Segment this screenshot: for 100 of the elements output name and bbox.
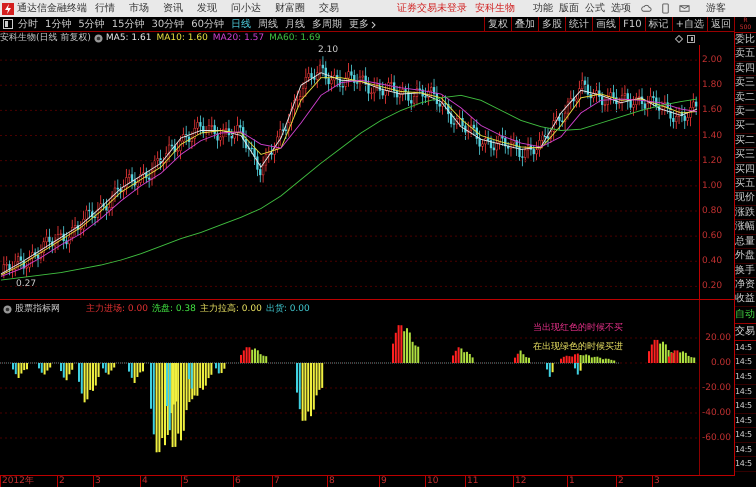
date-axis-label: 4: [140, 476, 148, 487]
indicator-value: 主力进场: 0.00: [86, 303, 148, 316]
period-tab[interactable]: 月线: [284, 17, 305, 31]
quote-label: 买五: [735, 177, 756, 192]
toolbar-button[interactable]: 返回: [707, 17, 735, 31]
toolbar-button[interactable]: 标记: [644, 17, 672, 31]
menu-item[interactable]: 财富圈: [275, 0, 305, 17]
phone-icon[interactable]: [660, 3, 671, 14]
toolbar-button[interactable]: 多股: [538, 17, 566, 31]
time-label: 14:5: [735, 457, 756, 472]
period-tab[interactable]: 分时: [18, 17, 38, 31]
price-axis-label: 1.40: [702, 130, 722, 141]
date-axis-label: 9: [379, 476, 387, 487]
menu-item[interactable]: 公式: [585, 0, 605, 17]
quote-label: 卖四: [735, 62, 756, 76]
period-tab[interactable]: 多周期: [312, 17, 342, 31]
message-icon[interactable]: [679, 3, 690, 14]
diamond-icon[interactable]: [675, 34, 683, 42]
period-tab[interactable]: 日线: [230, 17, 251, 31]
toolbar-button[interactable]: 叠加: [511, 17, 538, 31]
trade-tab[interactable]: 自动: [735, 306, 756, 324]
panel-toggle-icon[interactable]: [3, 19, 13, 29]
date-axis-label: 3: [93, 476, 101, 487]
menu-item[interactable]: 发现: [197, 0, 217, 17]
toolbar-button[interactable]: 画线: [592, 17, 620, 31]
date-axis-label: 1: [567, 476, 575, 487]
price-axis-label: 0.80: [702, 206, 722, 216]
indicator-axis-label: -40.00: [702, 408, 731, 418]
trade-tab[interactable]: 交易: [735, 324, 756, 341]
time-label: 14:5: [735, 384, 756, 400]
quote-label: 涨幅: [735, 220, 756, 235]
time-label: 14:5: [735, 414, 756, 428]
period-tab[interactable]: 更多: [348, 17, 369, 31]
user-name[interactable]: 游客: [706, 0, 726, 17]
time-label: 14:5: [735, 442, 756, 458]
ma-value: MA60: 1.69: [269, 32, 320, 45]
quote-label: 卖三: [735, 76, 756, 91]
period-tab[interactable]: 60分钟: [191, 17, 224, 31]
date-axis-label: 5: [181, 476, 189, 487]
price-axis-label: 1.60: [702, 105, 722, 116]
period-tab[interactable]: 15分钟: [112, 17, 144, 31]
indicator-title: 股票指标网: [15, 303, 60, 316]
quote-label: 委比: [735, 33, 756, 48]
high-price-label: 2.10: [318, 44, 338, 57]
menu-item[interactable]: 市场: [129, 0, 149, 17]
settings-icon[interactable]: [94, 34, 103, 43]
date-axis-label: 7: [272, 476, 280, 487]
period-tab[interactable]: 1分钟: [45, 17, 72, 31]
price-axis-label: 0.20: [702, 281, 722, 292]
toolbar-button[interactable]: F10: [619, 17, 645, 31]
quote-label: 买三: [735, 148, 756, 163]
date-axis-label: 12: [513, 476, 526, 487]
chevron-icon[interactable]: [370, 21, 376, 29]
quote-label: 收益: [735, 292, 756, 307]
period-tab[interactable]: 5分钟: [78, 17, 105, 31]
indicator-axis-label: 0.00: [710, 358, 731, 368]
settings-icon[interactable]: [3, 305, 12, 314]
menu-item[interactable]: 行情: [95, 0, 115, 17]
menu-item[interactable]: 交易: [319, 0, 339, 17]
app-logo-icon: [2, 2, 14, 14]
indicator-axis-label: -60.00: [702, 433, 731, 443]
date-axis-label: 2: [57, 476, 65, 487]
toolbar-button[interactable]: 统计: [565, 17, 592, 31]
quote-label: 换手: [735, 264, 756, 278]
quote-label: 买二: [735, 134, 756, 148]
time-label: 14:5: [735, 399, 756, 414]
annotation-text: 在出现绿色的时候买进: [533, 341, 623, 354]
period-tab[interactable]: 周线: [258, 17, 278, 31]
price-axis-label: 0.60: [702, 231, 722, 242]
quote-label: 净资: [735, 278, 756, 292]
date-axis-label: 11: [465, 476, 478, 487]
low-price-label: 0.27: [16, 278, 36, 291]
annotation-text: 当出现红色的时候不买: [533, 322, 623, 335]
quote-label: 外盘: [735, 249, 756, 264]
date-axis-label: 6: [233, 476, 241, 487]
toolbar-button[interactable]: +自选: [672, 17, 707, 31]
menu-item[interactable]: 问小达: [231, 0, 261, 17]
date-axis-label: 2: [616, 476, 624, 487]
notice-text: 证券交易未登录: [397, 2, 467, 16]
price-axis-label: 2.00: [702, 55, 722, 66]
quote-label: 现价: [735, 191, 756, 206]
period-tab[interactable]: 30分钟: [151, 17, 184, 31]
toolbar-button[interactable]: 复权: [484, 17, 512, 31]
menu-item[interactable]: 版面: [559, 0, 579, 17]
indicator-value: 洗盘: 0.38: [152, 303, 196, 316]
quote-label: 买四: [735, 162, 756, 178]
indicator-value: 出货: 0.00: [266, 303, 310, 316]
quote-label: 卖一: [735, 105, 756, 120]
cloud-icon[interactable]: [641, 3, 652, 14]
ma-value: MA5: 1.61: [106, 32, 152, 45]
panel-icon[interactable]: [687, 34, 695, 42]
menu-item[interactable]: 功能: [533, 0, 553, 17]
quote-label: 涨跌: [735, 206, 756, 220]
menu-item[interactable]: 资讯: [163, 0, 183, 17]
menu-item[interactable]: 选项: [611, 0, 631, 17]
indicator-value: 主力拉高: 0.00: [200, 303, 262, 316]
time-label: 14:5: [735, 428, 756, 443]
ma-value: MA10: 1.60: [156, 32, 208, 45]
ma-value: MA20: 1.57: [212, 32, 264, 45]
quote-label: 卖五: [735, 47, 756, 62]
